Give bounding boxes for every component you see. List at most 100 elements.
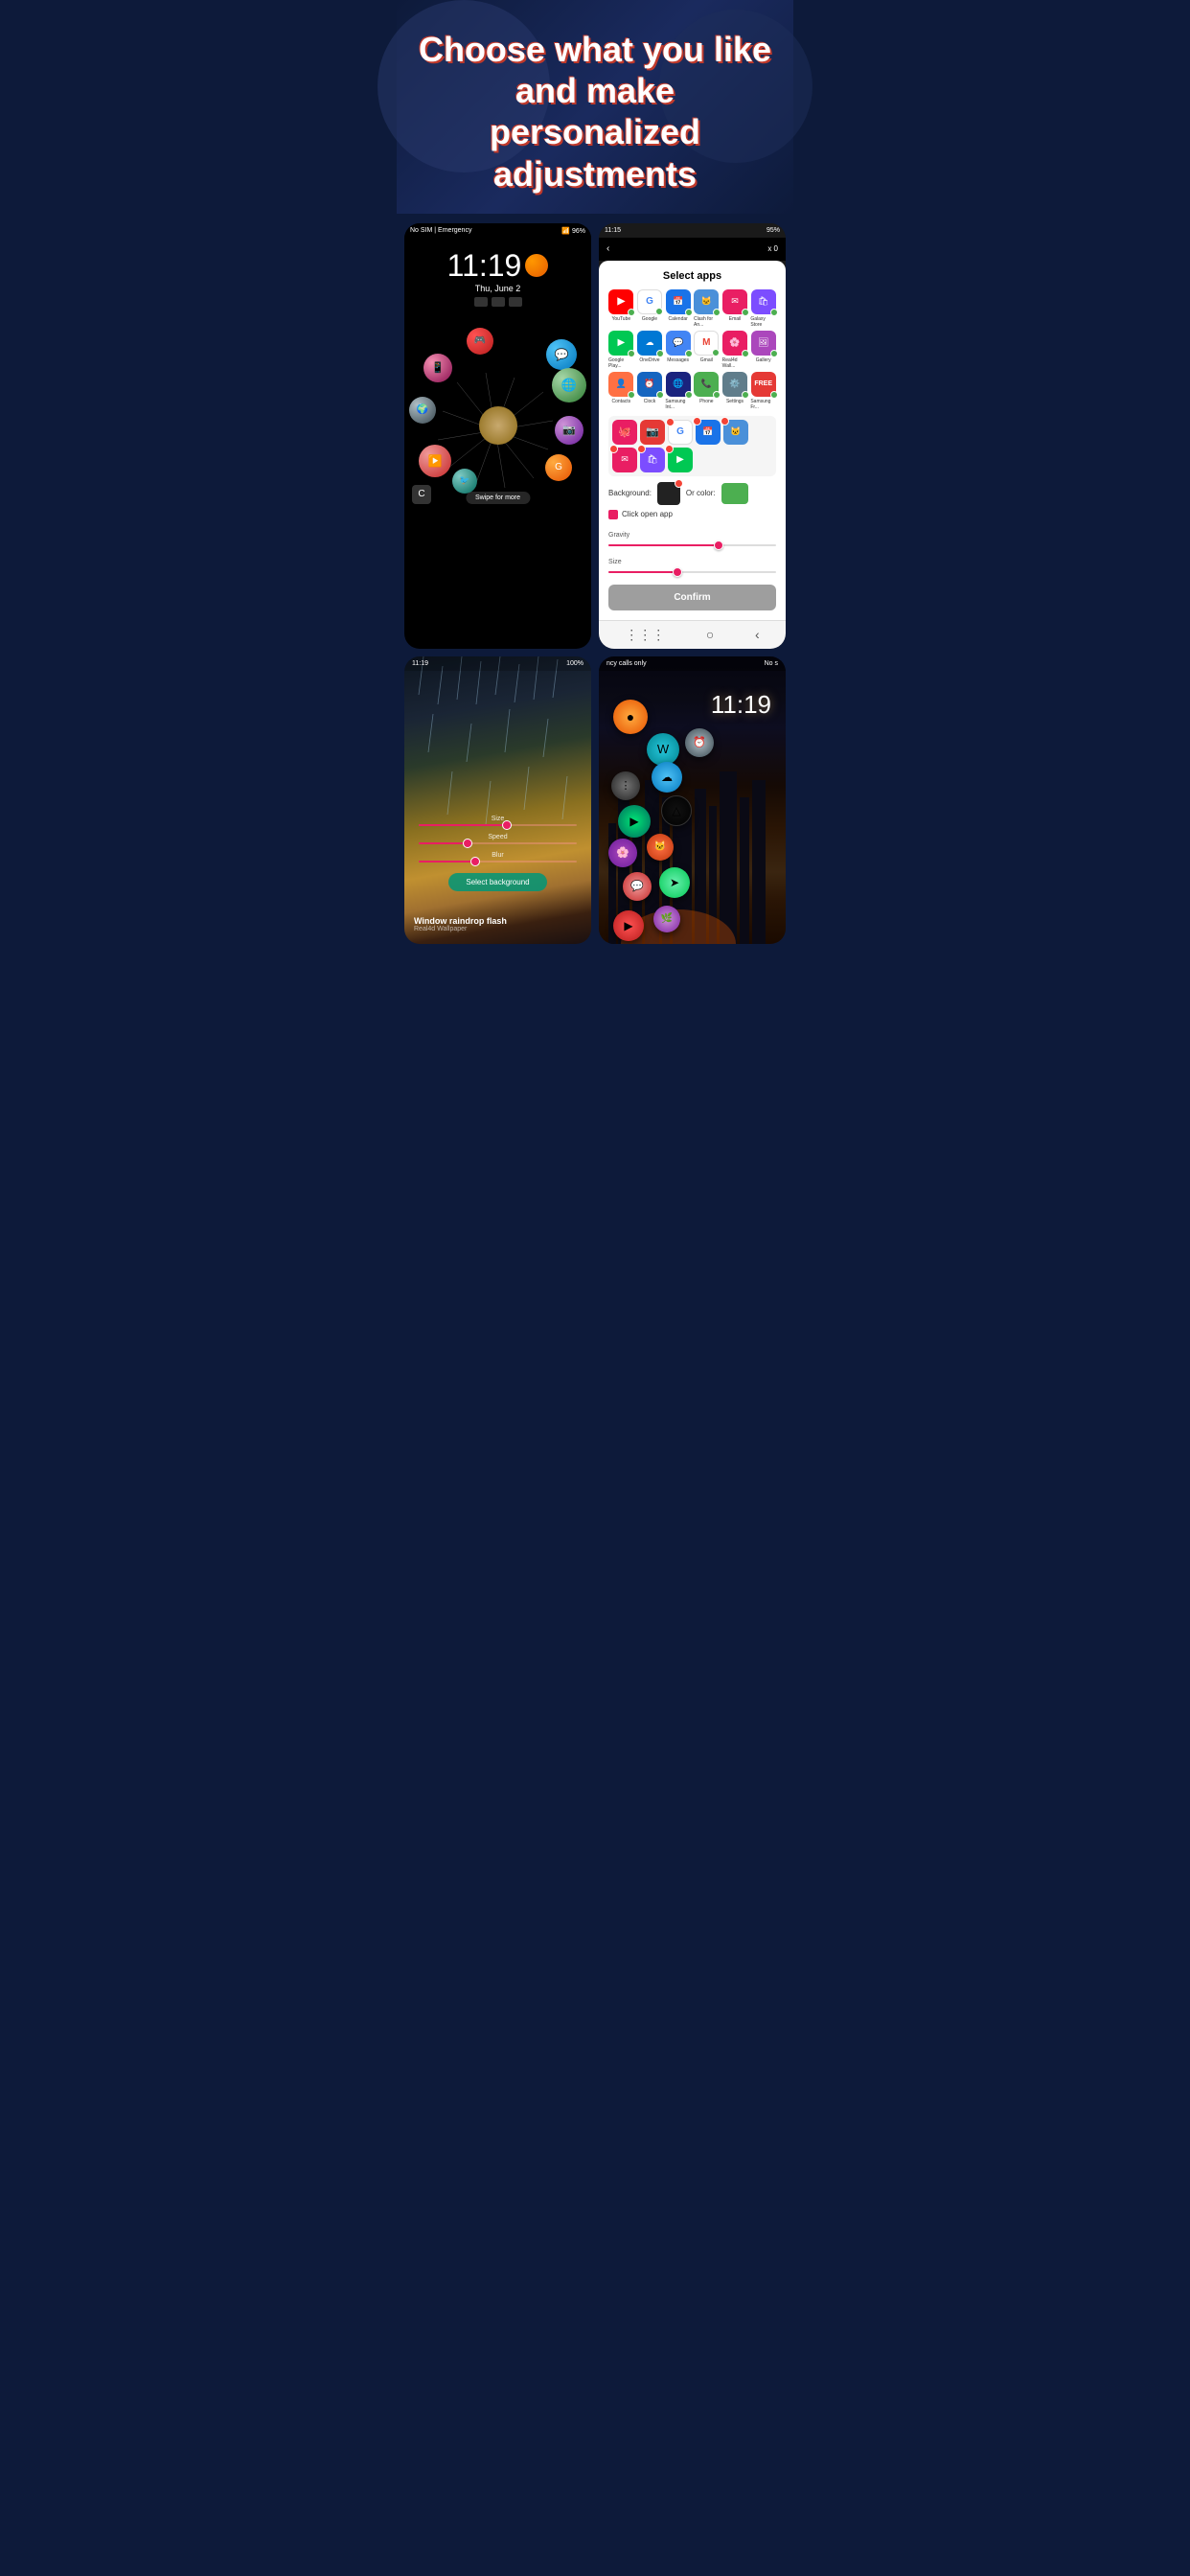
app-item-clash[interactable]: 🐱 Clash for An...	[694, 289, 720, 328]
phone4-mockup: ncy calls only No s 11:19 ● W ⏰ ⋮ ☁ ▶ △ …	[599, 656, 786, 944]
select-background-button[interactable]: Select background	[448, 873, 546, 891]
phone2-time: 11:15	[605, 227, 621, 234]
app-item-real4d[interactable]: 🌸 Real4d Wall...	[722, 331, 748, 369]
app-grid: ▶ YouTube G Google 📅	[608, 289, 776, 410]
phone3-status: 11:19 100%	[404, 656, 591, 671]
app-label-samsung-free: Samsung Fr...	[750, 399, 776, 410]
selected-email: ✉	[612, 448, 637, 472]
phone4-status: ncy calls only No s	[599, 656, 786, 671]
background-row: Background: Or color:	[608, 482, 776, 505]
background-preview[interactable]	[657, 482, 680, 505]
gravity-thumb[interactable]	[714, 540, 723, 550]
select-apps-modal: Select apps ▶ YouTube G Goo	[599, 261, 786, 620]
confirm-button[interactable]: Confirm	[608, 585, 776, 610]
selected-calendar: 📅	[696, 420, 721, 445]
p3-size-row: Size	[419, 816, 577, 826]
float-dots: ⋮	[611, 771, 640, 800]
phone3-controls: Size Speed Blur	[404, 816, 591, 891]
p3-blur-thumb[interactable]	[470, 857, 480, 866]
dandelion-center	[479, 406, 517, 445]
screenshots-grid: No SIM | Emergency 📶 96% 11:19 Thu, June…	[397, 214, 793, 963]
floating-ball-3: 🌐	[552, 368, 586, 402]
hero-section: Choose what you like and make personaliz…	[397, 0, 793, 214]
check-email	[742, 309, 749, 316]
app-label-google-play: Google Play...	[608, 357, 634, 369]
hero-title: Choose what you like and make personaliz…	[416, 29, 774, 195]
phone3-subtitle: Real4d Wallpaper	[414, 926, 507, 932]
float-word: W	[647, 733, 679, 766]
app-item-samsung-free[interactable]: FREE Samsung Fr...	[750, 372, 776, 410]
floating-ball-9: 📱	[423, 354, 452, 382]
p3-size-thumb[interactable]	[502, 820, 512, 830]
app-item-gallery[interactable]: 🖼 Gallery	[750, 331, 776, 369]
app-item-clock[interactable]: ⏰ Clock	[637, 372, 663, 410]
floating-ball-8: 🌍	[409, 397, 436, 424]
floating-ball-5: G	[545, 454, 572, 481]
app-label-gallery: Gallery	[756, 357, 771, 363]
selected-apps-row: 🐙 📷 G 📅 🐱 ✉	[608, 416, 776, 476]
check-google	[655, 308, 663, 315]
selected-bitmoji: 🐙	[612, 420, 637, 445]
app-item-messages[interactable]: 💬 Messages	[665, 331, 691, 369]
app-label-calendar: Calendar	[669, 316, 688, 322]
app-item-settings[interactable]: ⚙️ Settings	[722, 372, 748, 410]
phone2-status-bar: 11:15 95%	[599, 223, 786, 238]
check-samsung-free	[770, 391, 778, 399]
selected-camera: 📷	[640, 420, 665, 445]
app-label-youtube: YouTube	[612, 316, 631, 322]
nav-back-icon[interactable]: ‹	[755, 627, 760, 643]
remove-clash	[721, 417, 729, 426]
app-item-galaxy-store[interactable]: 🛍 Galaxy Store	[750, 289, 776, 328]
float-chat: 💬	[623, 872, 652, 901]
app-item-youtube[interactable]: ▶ YouTube	[608, 289, 634, 328]
check-galaxy-store	[770, 309, 778, 316]
floating-ball-7: ▶️	[419, 445, 451, 477]
click-open-label: Click open app	[622, 510, 673, 518]
phone1-time: 11:19	[447, 248, 522, 284]
nav-home-icon[interactable]: ○	[706, 627, 714, 643]
nav-recent-icon[interactable]: ⋮⋮⋮	[625, 627, 665, 643]
app-item-contacts[interactable]: 👤 Contacts	[608, 372, 634, 410]
check-clash	[713, 309, 721, 316]
p3-speed-fill	[419, 842, 467, 844]
gravity-fill	[608, 544, 718, 546]
p3-blur-row: Blur	[419, 852, 577, 862]
click-open-checkbox[interactable]	[608, 510, 618, 519]
app-label-galaxy-store: Galaxy Store	[750, 316, 776, 328]
app-item-onedrive[interactable]: ☁ OneDrive	[637, 331, 663, 369]
app-label-phone: Phone	[699, 399, 713, 404]
remove-google	[666, 418, 675, 426]
check-google-play	[628, 350, 635, 357]
check-messages	[685, 350, 693, 357]
p3-speed-thumb[interactable]	[463, 839, 472, 848]
float-cat: 🐱	[647, 834, 674, 861]
phone3-time: 11:19	[412, 660, 428, 667]
time-ball	[525, 254, 548, 277]
floating-ball-4: 📷	[555, 416, 584, 445]
app-item-google-play[interactable]: ▶ Google Play...	[608, 331, 634, 369]
phone1-mockup: No SIM | Emergency 📶 96% 11:19 Thu, June…	[404, 223, 591, 649]
size-control: Size	[608, 551, 776, 573]
size-thumb[interactable]	[673, 567, 682, 577]
phone1-time-display: 11:19 Thu, June 2	[404, 239, 591, 320]
app-label-contacts: Contacts	[611, 399, 630, 404]
size-label: Size	[608, 559, 622, 565]
phone2-battery: 95%	[767, 227, 780, 234]
size-fill	[608, 571, 675, 573]
app-item-calendar[interactable]: 📅 Calendar	[665, 289, 691, 328]
c-launcher-icon: C	[412, 485, 431, 504]
app-item-gmail[interactable]: M Gmail	[694, 331, 720, 369]
app-item-phone[interactable]: 📞 Phone	[694, 372, 720, 410]
phone4-time: 11:19	[711, 690, 771, 720]
color-swatch[interactable]	[721, 483, 748, 504]
p3-speed-track	[419, 842, 577, 844]
app-item-samsung-internet[interactable]: 🌐 Samsung Int...	[665, 372, 691, 410]
check-calendar	[685, 309, 693, 316]
app-item-google[interactable]: G Google	[637, 289, 663, 328]
phone1-carrier: No SIM | Emergency	[410, 227, 471, 234]
gravity-control: Gravity	[608, 524, 776, 546]
floating-ball-1: 🎮	[467, 328, 493, 355]
quick-icon-2	[492, 297, 505, 307]
p3-blur-track	[419, 861, 577, 862]
app-item-email[interactable]: ✉ Email	[722, 289, 748, 328]
